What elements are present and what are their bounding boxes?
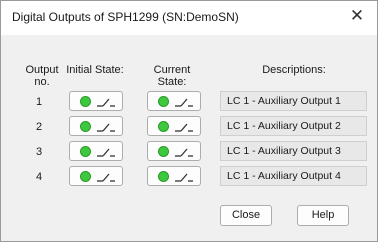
window-title: Digital Outputs of SPH1299 (SN:DemoSN) bbox=[12, 10, 239, 24]
open-switch-icon bbox=[97, 123, 115, 132]
header-output-no: Output no. bbox=[25, 64, 59, 88]
header-current-state: Current State: bbox=[153, 64, 191, 88]
current-state-toggle[interactable] bbox=[147, 141, 201, 161]
row-number: 4 bbox=[35, 171, 43, 183]
description-field[interactable]: LC 1 - Auxiliary Output 4 bbox=[220, 166, 367, 186]
open-switch-icon bbox=[175, 173, 193, 182]
status-led bbox=[80, 96, 91, 107]
current-state-toggle[interactable] bbox=[147, 166, 201, 186]
close-button[interactable]: Close bbox=[220, 205, 272, 226]
initial-state-toggle[interactable] bbox=[69, 141, 123, 161]
open-switch-icon bbox=[175, 98, 193, 107]
open-switch-icon bbox=[97, 173, 115, 182]
dialog-window: Digital Outputs of SPH1299 (SN:DemoSN) ✕… bbox=[0, 0, 378, 242]
close-icon[interactable]: ✕ bbox=[347, 6, 367, 26]
open-switch-icon bbox=[97, 148, 115, 157]
description-field[interactable]: LC 1 - Auxiliary Output 2 bbox=[220, 116, 367, 136]
initial-state-toggle[interactable] bbox=[69, 91, 123, 111]
status-led bbox=[80, 121, 91, 132]
status-led bbox=[158, 121, 169, 132]
row-number: 2 bbox=[35, 121, 43, 133]
status-led bbox=[158, 171, 169, 182]
open-switch-icon bbox=[175, 148, 193, 157]
initial-state-toggle[interactable] bbox=[69, 166, 123, 186]
title-bar: Digital Outputs of SPH1299 (SN:DemoSN) ✕ bbox=[1, 1, 377, 35]
status-led bbox=[158, 96, 169, 107]
open-switch-icon bbox=[97, 98, 115, 107]
initial-state-toggle[interactable] bbox=[69, 116, 123, 136]
row-number: 3 bbox=[35, 146, 43, 158]
current-state-toggle[interactable] bbox=[147, 116, 201, 136]
current-state-toggle[interactable] bbox=[147, 91, 201, 111]
help-button[interactable]: Help bbox=[297, 205, 349, 226]
description-field[interactable]: LC 1 - Auxiliary Output 3 bbox=[220, 141, 367, 161]
status-led bbox=[158, 146, 169, 157]
open-switch-icon bbox=[175, 123, 193, 132]
status-led bbox=[80, 146, 91, 157]
status-led bbox=[80, 171, 91, 182]
description-field[interactable]: LC 1 - Auxiliary Output 1 bbox=[220, 91, 367, 111]
header-descriptions: Descriptions: bbox=[262, 64, 326, 76]
row-number: 1 bbox=[35, 96, 43, 108]
header-initial-state: Initial State: bbox=[66, 64, 124, 76]
